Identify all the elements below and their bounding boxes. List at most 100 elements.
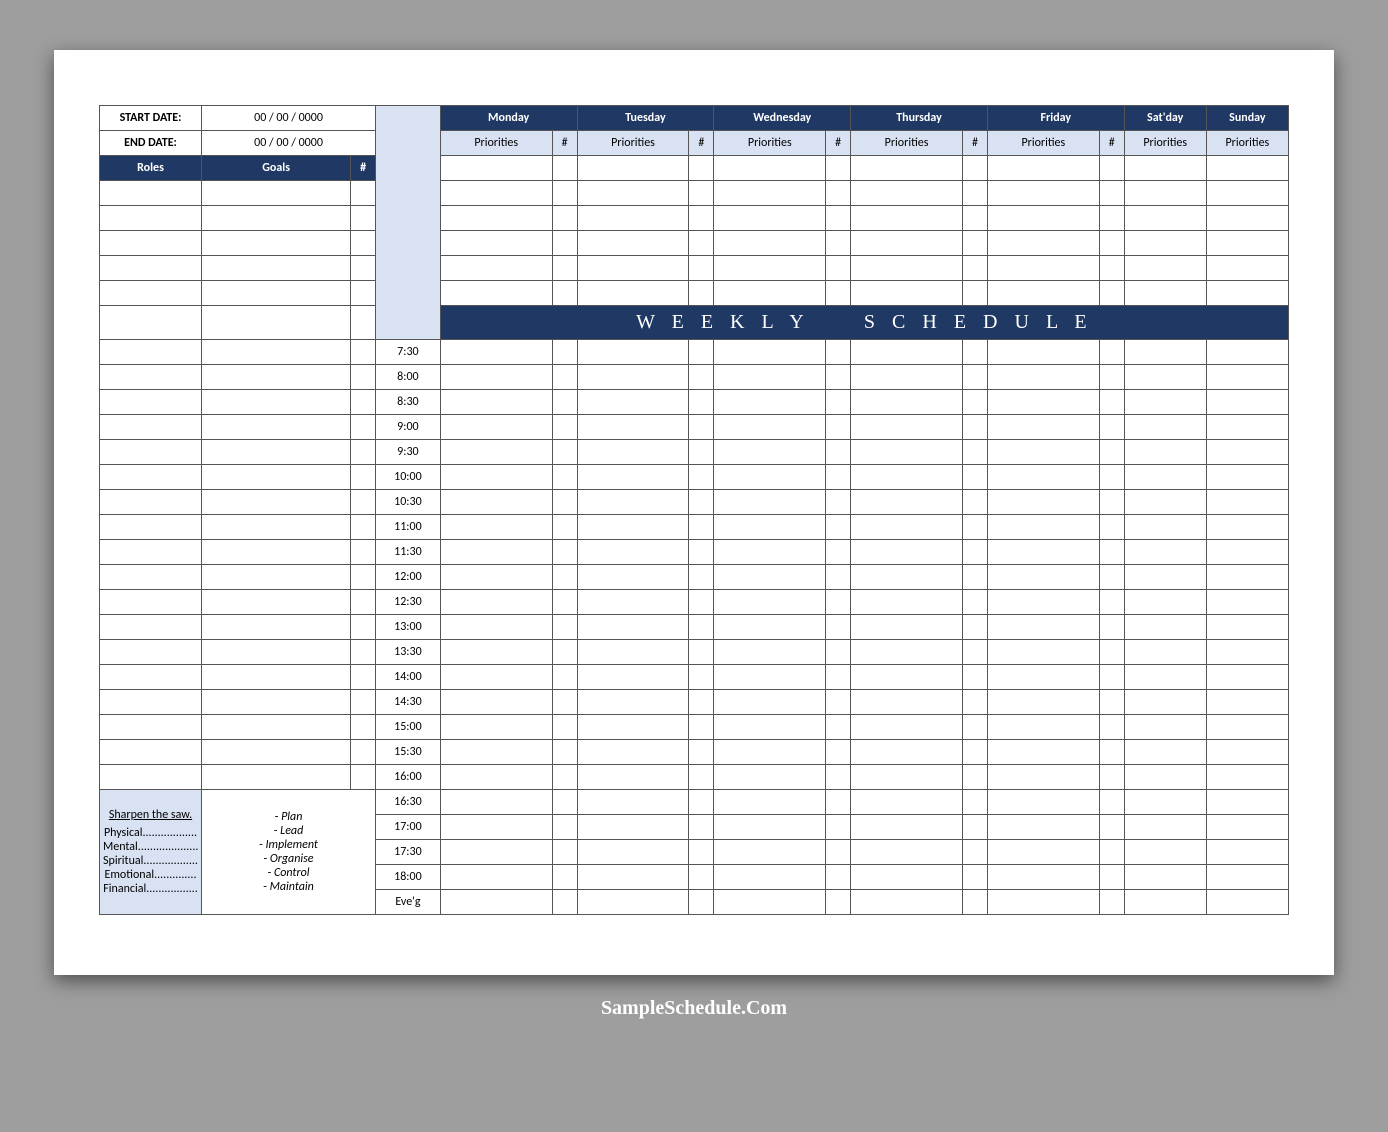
num-cell[interactable] [351,390,376,415]
schedule-cell[interactable] [689,790,714,815]
cell[interactable] [552,206,577,231]
schedule-cell[interactable] [851,390,963,415]
schedule-cell[interactable] [577,440,689,465]
schedule-cell[interactable] [826,690,851,715]
schedule-cell[interactable] [826,490,851,515]
schedule-cell[interactable] [577,690,689,715]
schedule-cell[interactable] [851,440,963,465]
schedule-cell[interactable] [1099,765,1124,790]
cell[interactable] [851,181,963,206]
schedule-cell[interactable] [1124,715,1206,740]
goals-cell[interactable] [201,306,350,340]
cell[interactable] [1124,256,1206,281]
cell[interactable] [714,206,826,231]
schedule-cell[interactable] [851,465,963,490]
goals-cell[interactable] [201,765,350,790]
cell[interactable] [1206,231,1288,256]
cell[interactable] [987,256,1099,281]
schedule-cell[interactable] [1124,815,1206,840]
schedule-cell[interactable] [826,840,851,865]
cell[interactable] [577,256,689,281]
schedule-cell[interactable] [714,440,826,465]
goals-cell[interactable] [201,615,350,640]
schedule-cell[interactable] [689,640,714,665]
num-cell[interactable] [351,306,376,340]
schedule-cell[interactable] [826,340,851,365]
schedule-cell[interactable] [689,490,714,515]
schedule-cell[interactable] [440,515,552,540]
schedule-cell[interactable] [1099,640,1124,665]
schedule-cell[interactable] [552,540,577,565]
schedule-cell[interactable] [689,615,714,640]
schedule-cell[interactable] [987,415,1099,440]
cell[interactable] [963,156,988,181]
schedule-cell[interactable] [1124,690,1206,715]
schedule-cell[interactable] [440,640,552,665]
cell[interactable] [552,181,577,206]
schedule-cell[interactable] [1099,890,1124,915]
goals-cell[interactable] [201,206,350,231]
schedule-cell[interactable] [714,615,826,640]
schedule-cell[interactable] [1206,365,1288,390]
goals-cell[interactable] [201,515,350,540]
schedule-cell[interactable] [963,515,988,540]
cell[interactable] [689,156,714,181]
schedule-cell[interactable] [714,765,826,790]
cell[interactable] [1124,156,1206,181]
schedule-cell[interactable] [552,640,577,665]
goals-cell[interactable] [201,665,350,690]
cell[interactable] [851,281,963,306]
schedule-cell[interactable] [987,340,1099,365]
cell[interactable] [714,281,826,306]
schedule-cell[interactable] [714,565,826,590]
schedule-cell[interactable] [440,790,552,815]
cell[interactable] [1124,206,1206,231]
schedule-cell[interactable] [440,540,552,565]
goals-cell[interactable] [201,415,350,440]
num-cell[interactable] [351,665,376,690]
schedule-cell[interactable] [1099,490,1124,515]
schedule-cell[interactable] [963,465,988,490]
schedule-cell[interactable] [440,765,552,790]
cell[interactable] [714,231,826,256]
schedule-cell[interactable] [826,515,851,540]
cell[interactable] [1099,256,1124,281]
schedule-cell[interactable] [826,365,851,390]
cell[interactable] [689,181,714,206]
schedule-cell[interactable] [1124,765,1206,790]
num-cell[interactable] [351,231,376,256]
schedule-cell[interactable] [577,615,689,640]
schedule-cell[interactable] [963,715,988,740]
schedule-cell[interactable] [714,840,826,865]
schedule-cell[interactable] [440,815,552,840]
schedule-cell[interactable] [714,340,826,365]
schedule-cell[interactable] [1124,590,1206,615]
num-cell[interactable] [351,340,376,365]
cell[interactable] [826,206,851,231]
schedule-cell[interactable] [577,390,689,415]
roles-cell[interactable] [100,415,202,440]
schedule-cell[interactable] [714,540,826,565]
roles-cell[interactable] [100,231,202,256]
schedule-cell[interactable] [1099,540,1124,565]
schedule-cell[interactable] [987,815,1099,840]
schedule-cell[interactable] [987,865,1099,890]
cell[interactable] [689,231,714,256]
schedule-cell[interactable] [1099,840,1124,865]
schedule-cell[interactable] [987,390,1099,415]
cell[interactable] [826,231,851,256]
schedule-cell[interactable] [851,790,963,815]
schedule-cell[interactable] [689,340,714,365]
schedule-cell[interactable] [1124,890,1206,915]
schedule-cell[interactable] [1206,390,1288,415]
roles-cell[interactable] [100,740,202,765]
schedule-cell[interactable] [987,440,1099,465]
schedule-cell[interactable] [440,490,552,515]
start-date-value[interactable]: 00 / 00 / 0000 [201,106,375,131]
schedule-cell[interactable] [714,490,826,515]
schedule-cell[interactable] [826,765,851,790]
schedule-cell[interactable] [1099,715,1124,740]
schedule-cell[interactable] [1206,715,1288,740]
schedule-cell[interactable] [1124,665,1206,690]
num-cell[interactable] [351,490,376,515]
